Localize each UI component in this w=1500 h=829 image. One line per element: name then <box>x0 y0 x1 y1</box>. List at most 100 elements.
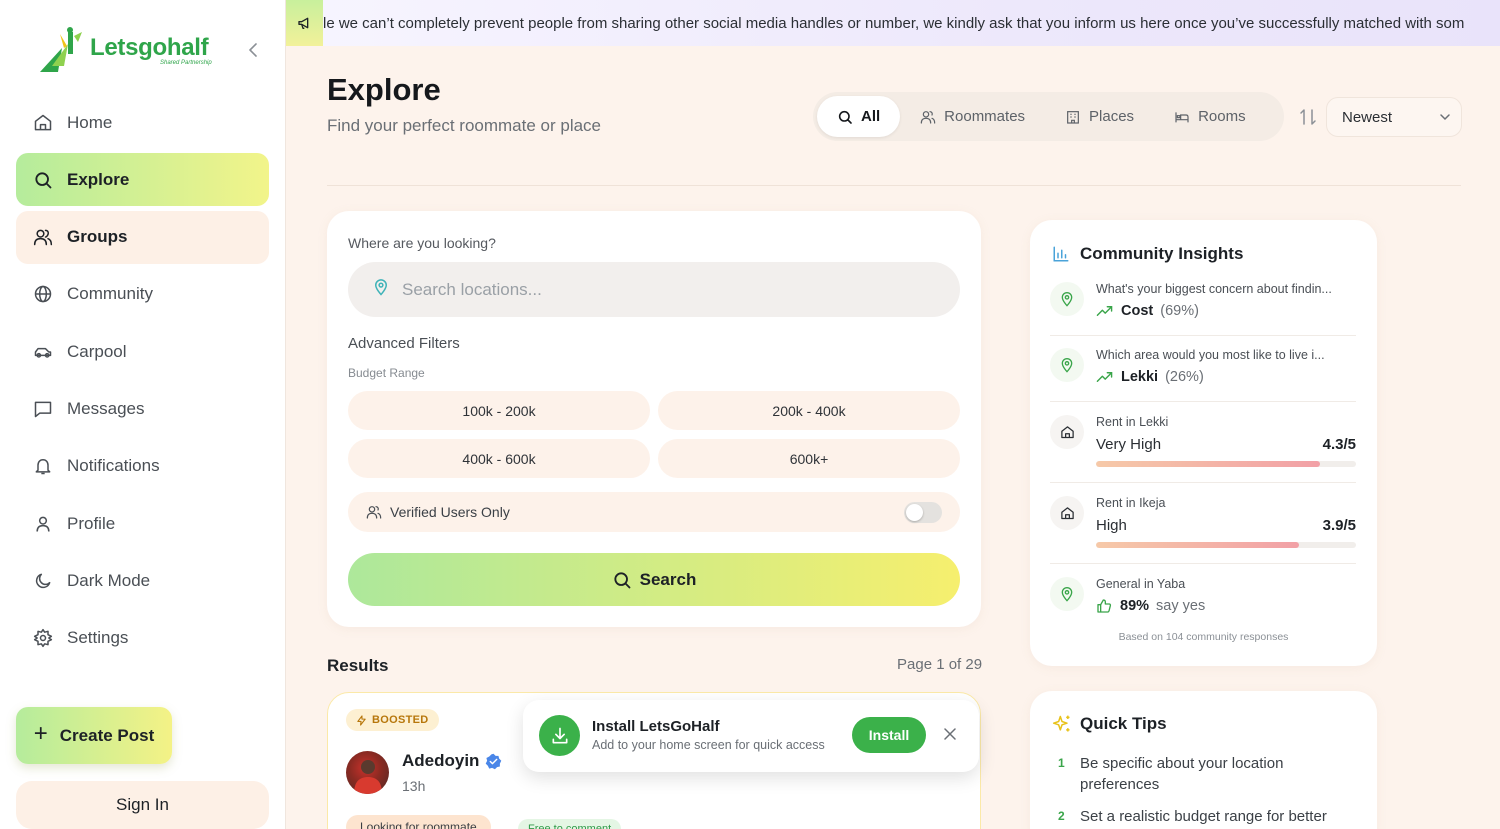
sidebar-item-label: Profile <box>67 513 116 533</box>
sort-select[interactable]: Newest <box>1326 97 1462 137</box>
bed-icon <box>1174 109 1190 125</box>
bell-icon <box>33 456 53 476</box>
page-title: Explore <box>327 72 441 107</box>
sort-value: Newest <box>1342 108 1393 126</box>
poll-answer: Cost (69%) <box>1096 303 1199 319</box>
search-button[interactable]: Search <box>348 553 960 606</box>
location-label: Where are you looking? <box>348 235 496 251</box>
brand-logo[interactable]: Letsgohalf Shared Partnership <box>38 24 268 76</box>
home-icon <box>33 113 53 133</box>
home-icon <box>1050 415 1084 449</box>
logo-icon <box>38 26 88 74</box>
sidebar-item-profile[interactable]: Profile <box>16 497 269 550</box>
rating-bar-fill <box>1096 461 1320 467</box>
install-subtitle: Add to your home screen for quick access <box>592 738 825 752</box>
budget-chip-400k-600k[interactable]: 400k - 600k <box>348 439 650 478</box>
sidebar-item-settings[interactable]: Settings <box>16 612 269 665</box>
general-label: General in Yaba <box>1096 577 1186 591</box>
post-author[interactable]: Adedoyin <box>402 751 502 771</box>
tip-text: Set a realistic budget range for better <box>1080 808 1327 825</box>
insight-rating[interactable]: Rent in Lekki Very High 4.3/5 <box>1050 415 1356 470</box>
poll-answer: Lekki (26%) <box>1096 369 1204 385</box>
install-button[interactable]: Install <box>852 717 926 753</box>
poll-percent: (26%) <box>1165 369 1204 385</box>
sign-in-button[interactable]: Sign In <box>16 781 269 829</box>
poll-question: Which area would you most like to live i… <box>1096 348 1325 362</box>
sidebar-item-label: Messages <box>67 398 145 418</box>
tab-all[interactable]: All <box>817 96 901 137</box>
sidebar-item-explore[interactable]: Explore <box>16 153 269 207</box>
sidebar-item-carpool[interactable]: Carpool <box>16 325 269 378</box>
rating-label: Rent in Lekki <box>1096 415 1169 429</box>
general-percent: 89% <box>1120 598 1150 614</box>
bar-chart-icon <box>1052 245 1070 263</box>
location-search-input[interactable] <box>402 279 902 300</box>
insight-poll[interactable]: What's your biggest concern about findin… <box>1050 282 1356 332</box>
divider <box>1050 401 1356 402</box>
insight-general[interactable]: General in Yaba 89% say yes <box>1050 577 1356 622</box>
page-subtitle: Find your perfect roommate or place <box>327 116 602 135</box>
tab-label: Roommates <box>944 108 1026 125</box>
sidebar-item-label: Explore <box>67 169 130 189</box>
tip-number: 1 <box>1058 756 1065 770</box>
budget-range-label: Budget Range <box>348 366 425 380</box>
rating-bar <box>1096 542 1356 548</box>
rating-bar <box>1096 461 1356 467</box>
insights-title: Community Insights <box>1052 244 1243 264</box>
tab-rooms[interactable]: Rooms <box>1154 96 1266 137</box>
tab-places[interactable]: Places <box>1045 96 1154 137</box>
verified-users-label: Verified Users Only <box>390 504 510 520</box>
users-icon <box>366 504 382 520</box>
community-insights-card: Community Insights What's your biggest c… <box>1030 220 1377 666</box>
verified-users-row: Verified Users Only <box>348 492 960 532</box>
collapse-sidebar-button[interactable] <box>244 40 262 60</box>
sidebar-item-dark-mode[interactable]: Dark Mode <box>16 554 269 607</box>
tab-roommates[interactable]: Roommates <box>900 96 1045 137</box>
toggle-knob <box>906 504 923 521</box>
sidebar-nav: Home Explore Groups Community Carpool Me… <box>16 96 269 669</box>
tab-label: Rooms <box>1198 108 1246 125</box>
close-icon[interactable] <box>942 726 958 742</box>
category-tabs: All Roommates Places Rooms <box>813 92 1284 141</box>
budget-chip-100k-200k[interactable]: 100k - 200k <box>348 391 650 430</box>
insight-rating[interactable]: Rent in Ikeja High 3.9/5 <box>1050 496 1356 551</box>
search-button-label: Search <box>639 569 697 589</box>
gear-icon <box>33 628 53 648</box>
sort-icon[interactable] <box>1298 108 1318 126</box>
rating-score: 3.9/5 <box>1322 517 1356 534</box>
results-page-indicator: Page 1 of 29 <box>897 656 983 673</box>
lightning-icon <box>356 714 367 726</box>
search-icon <box>612 570 632 590</box>
sidebar-item-label: Home <box>67 112 113 132</box>
budget-chip-200k-400k[interactable]: 200k - 400k <box>658 391 960 430</box>
sidebar-item-groups[interactable]: Groups <box>16 210 269 264</box>
building-icon <box>1065 109 1081 125</box>
location-pin-icon <box>1050 577 1084 611</box>
budget-chip-600k-plus[interactable]: 600k+ <box>658 439 960 478</box>
search-icon <box>837 109 853 125</box>
insight-poll[interactable]: Which area would you most like to live i… <box>1050 348 1356 398</box>
divider <box>1050 482 1356 483</box>
location-pin-icon <box>1050 282 1084 316</box>
home-icon <box>1050 496 1084 530</box>
brand-tagline: Shared Partnership <box>160 60 212 66</box>
sidebar-item-label: Carpool <box>67 341 127 361</box>
location-search-field[interactable] <box>348 262 960 317</box>
poll-answer-text: Cost <box>1121 303 1154 319</box>
plus-icon: + <box>33 720 48 747</box>
tips-title: Quick Tips <box>1052 714 1167 734</box>
general-text: say yes <box>1156 598 1206 614</box>
poll-answer-text: Lekki <box>1121 369 1159 385</box>
sidebar-item-messages[interactable]: Messages <box>16 382 269 435</box>
verified-users-toggle[interactable] <box>904 502 942 523</box>
boosted-label: BOOSTED <box>372 714 429 726</box>
location-pin-icon <box>1050 348 1084 382</box>
rating-level: High <box>1096 517 1127 534</box>
sidebar-item-home[interactable]: Home <box>16 96 269 149</box>
sidebar-item-community[interactable]: Community <box>16 268 269 321</box>
install-prompt: Install LetsGoHalf Add to your home scre… <box>523 700 979 772</box>
create-post-button[interactable]: + Create Post <box>16 707 172 764</box>
sidebar-item-notifications[interactable]: Notifications <box>16 440 269 493</box>
avatar[interactable] <box>346 751 389 794</box>
post-tag-comment: Free to comment <box>518 819 622 829</box>
